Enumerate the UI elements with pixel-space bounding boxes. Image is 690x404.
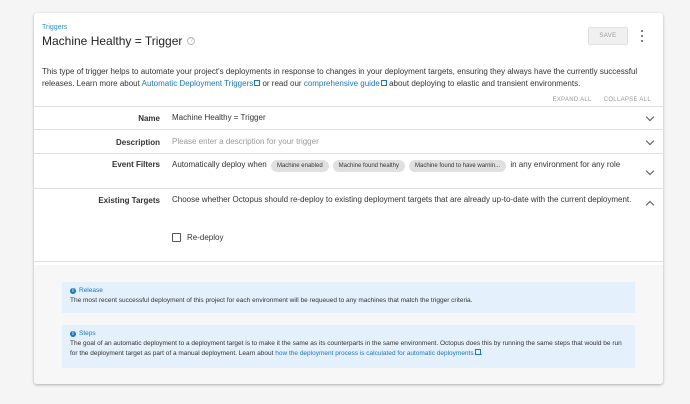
steps-info-box: i Steps The goal of an automatic deployme…: [62, 325, 635, 368]
external-link-icon: [474, 349, 481, 355]
existing-targets-text: Choose whether Octopus should re-deploy …: [172, 195, 632, 204]
chevron-up-icon[interactable]: [645, 200, 655, 210]
steps-info-title: i Steps: [70, 329, 627, 339]
release-info-title: i Release: [70, 286, 627, 296]
event-filters-suffix: in any environment for any role: [510, 160, 621, 169]
release-title-text: Release: [79, 287, 103, 294]
chevron-down-icon[interactable]: [645, 166, 655, 176]
automatic-deployment-triggers-link[interactable]: Automatic Deployment Triggers: [142, 79, 261, 88]
event-filters-value: Automatically deploy when Machine enable…: [172, 158, 633, 172]
save-button[interactable]: SAVE: [588, 27, 628, 45]
title-row: Machine Healthy = Trigger ?: [42, 34, 196, 48]
comprehensive-guide-link[interactable]: comprehensive guide: [304, 79, 387, 88]
link2-text[interactable]: comprehensive guide: [304, 79, 380, 88]
expand-collapse-bar: EXPAND ALL COLLAPSE ALL: [552, 97, 651, 103]
external-link-icon: [254, 80, 261, 86]
event-chip: Machine found healthy: [332, 160, 406, 172]
chevron-down-icon[interactable]: [645, 112, 655, 122]
more-options-icon[interactable]: [638, 29, 646, 43]
redeploy-label[interactable]: Re-deploy: [187, 233, 223, 242]
event-filters-row[interactable]: Event Filters Automatically deploy when …: [34, 154, 663, 189]
deployment-process-link[interactable]: how the deployment process is calculated…: [275, 349, 481, 357]
chevron-down-icon[interactable]: [645, 136, 655, 146]
release-info-box: i Release The most recent successful depl…: [62, 282, 635, 313]
name-label: Name: [138, 114, 160, 123]
expand-all-button[interactable]: EXPAND ALL: [552, 97, 591, 103]
redeploy-checkbox-row[interactable]: Re-deploy: [172, 233, 223, 242]
trigger-description-text: This type of trigger helps to automate y…: [42, 66, 654, 90]
info-icon: i: [70, 331, 76, 337]
event-chip: Machine found to have warnin...: [409, 160, 507, 172]
event-filters-label: Event Filters: [111, 160, 160, 169]
description-placeholder: Please enter a description for your trig…: [172, 137, 319, 146]
external-link-icon: [380, 80, 387, 86]
existing-targets-row[interactable]: Existing Targets Choose whether Octopus …: [34, 189, 663, 262]
existing-targets-label: Existing Targets: [98, 196, 160, 205]
steps-link-text[interactable]: how the deployment process is calculated…: [275, 350, 473, 357]
link1-text[interactable]: Automatic Deployment Triggers: [142, 79, 254, 88]
info-section: i Release The most recent successful depl…: [34, 265, 663, 384]
collapse-all-button[interactable]: COLLAPSE ALL: [604, 97, 651, 103]
redeploy-checkbox[interactable]: [172, 233, 181, 242]
desc-part3: about deploying to elastic and transient…: [386, 79, 581, 88]
event-chip: Machine enabled: [270, 160, 329, 172]
name-row[interactable]: Name Machine Healthy = Trigger: [34, 107, 663, 130]
info-icon: i: [70, 288, 76, 294]
description-label: Description: [115, 138, 160, 147]
name-value: Machine Healthy = Trigger: [172, 113, 266, 122]
trigger-card: Triggers Machine Healthy = Trigger ? SAV…: [34, 13, 663, 384]
steps-info-text: The goal of an automatic deployment to a…: [70, 340, 622, 357]
description-row[interactable]: Description Please enter a description f…: [34, 130, 663, 154]
event-filters-prefix: Automatically deploy when: [172, 160, 267, 169]
steps-title-text: Steps: [79, 330, 96, 337]
desc-part2: or read our: [260, 79, 304, 88]
breadcrumb-triggers[interactable]: Triggers: [42, 24, 67, 31]
page-title: Machine Healthy = Trigger: [42, 34, 183, 48]
release-info-text: The most recent successful deployment of…: [70, 297, 473, 304]
settings-rows: Name Machine Healthy = Trigger Descripti…: [34, 106, 663, 262]
help-icon[interactable]: ?: [187, 37, 196, 45]
